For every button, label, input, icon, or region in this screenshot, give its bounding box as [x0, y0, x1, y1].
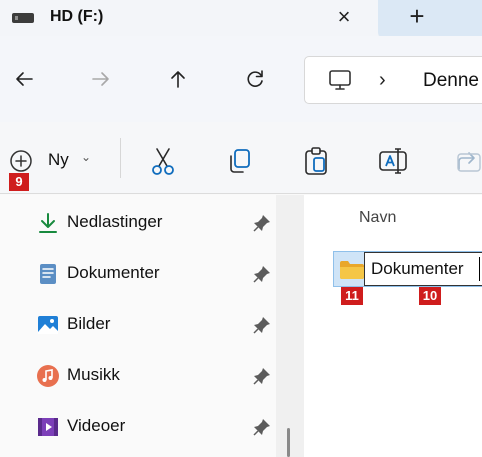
- cut-button[interactable]: [146, 144, 180, 178]
- share-icon: [457, 152, 481, 172]
- rename-input-value: Dokumenter: [371, 259, 464, 278]
- share-button[interactable]: [452, 144, 482, 178]
- breadcrumb-chevron-icon[interactable]: ›: [379, 69, 386, 92]
- videos-icon: [38, 418, 58, 436]
- badge-new: 9: [9, 173, 29, 191]
- pin-icon[interactable]: [252, 264, 272, 284]
- sidebar-item-label: Bilder: [67, 314, 111, 333]
- forward-arrow-icon: [92, 72, 109, 86]
- sidebar-item-label: Musikk: [67, 365, 120, 384]
- forward-button[interactable]: [84, 62, 118, 96]
- pin-icon[interactable]: [252, 315, 272, 335]
- paste-icon: [305, 147, 327, 175]
- sidebar-item-bilder[interactable]: Bilder: [0, 299, 276, 349]
- column-header-name[interactable]: Navn: [359, 209, 396, 227]
- title-bar: HD (F:) × +: [0, 0, 482, 38]
- sidebar-item-label: Nedlastinger: [67, 212, 163, 231]
- new-button-label: Ny: [48, 150, 69, 169]
- back-button[interactable]: [7, 62, 41, 96]
- documents-icon: [40, 264, 56, 284]
- new-tab-button[interactable]: +: [378, 0, 482, 38]
- refresh-icon: [247, 70, 263, 87]
- command-bar: Ny ⌄: [0, 122, 482, 194]
- back-arrow-icon: [16, 72, 33, 86]
- up-arrow-icon: [171, 71, 185, 88]
- badge-rename: 10: [419, 287, 441, 305]
- breadcrumb-this-pc[interactable]: Denne: [423, 70, 479, 92]
- address-bar[interactable]: › Denne: [304, 56, 482, 104]
- sidebar-item-label: Dokumenter: [67, 263, 160, 282]
- pin-icon[interactable]: [252, 417, 272, 437]
- rename-icon: [379, 148, 407, 174]
- badge-folder: 11: [341, 287, 363, 305]
- plus-icon: +: [409, 1, 425, 31]
- copy-button[interactable]: [222, 144, 256, 178]
- pin-icon[interactable]: [252, 213, 272, 233]
- music-icon: [37, 365, 59, 387]
- navigation-pane: Nedlastinger Dokumenter Bilder Musikk Vi…: [0, 195, 276, 457]
- download-icon: [39, 213, 57, 233]
- sidebar-scrollbar[interactable]: [287, 428, 290, 457]
- sidebar-item-nedlastinger[interactable]: Nedlastinger: [0, 197, 276, 247]
- sidebar-item-musikk[interactable]: Musikk: [0, 350, 276, 400]
- sidebar-item-label: Videoer: [67, 416, 126, 435]
- rename-input[interactable]: Dokumenter: [364, 252, 482, 286]
- file-list: Navn Dokumenter: [304, 195, 482, 457]
- paste-button[interactable]: [299, 144, 333, 178]
- drive-icon: [12, 13, 34, 23]
- rename-button[interactable]: [376, 144, 410, 178]
- cut-icon: [152, 148, 174, 175]
- tab-title: HD (F:): [50, 8, 104, 25]
- pin-icon[interactable]: [252, 366, 272, 386]
- pane-splitter[interactable]: [276, 195, 304, 457]
- folder-icon: [340, 261, 364, 279]
- command-separator: [120, 138, 121, 178]
- text-caret: [479, 257, 480, 281]
- navigation-bar: › Denne: [0, 36, 482, 122]
- new-button[interactable]: Ny ⌄: [8, 144, 102, 176]
- pictures-icon: [38, 316, 58, 334]
- sidebar-item-videoer[interactable]: Videoer: [0, 401, 276, 451]
- sidebar-item-dokumenter[interactable]: Dokumenter: [0, 248, 276, 298]
- refresh-button[interactable]: [238, 62, 272, 96]
- chevron-down-icon: ⌄: [81, 150, 92, 164]
- up-button[interactable]: [161, 62, 195, 96]
- copy-icon: [230, 149, 250, 173]
- tab-close-button[interactable]: ×: [328, 2, 360, 34]
- add-circle-icon: [10, 150, 32, 172]
- tab-hd-f[interactable]: HD (F:) ×: [0, 0, 378, 36]
- this-pc-icon: [329, 70, 351, 90]
